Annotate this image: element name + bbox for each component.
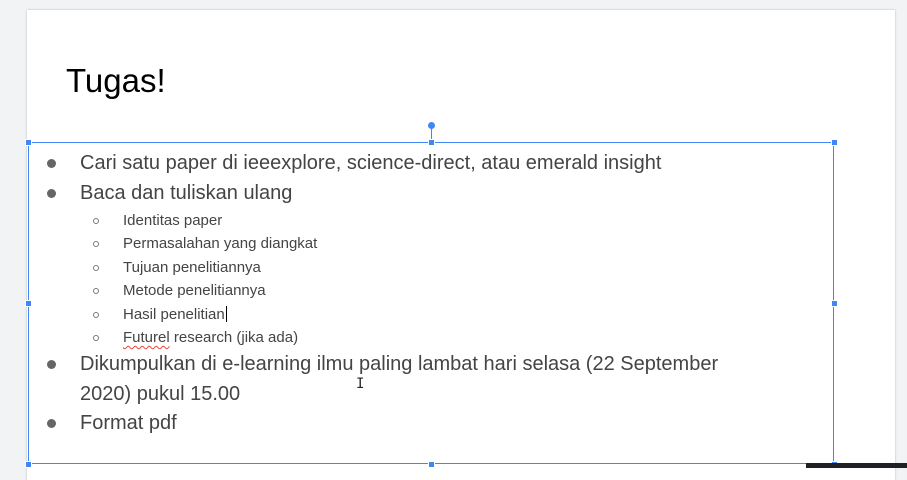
slide-title[interactable]: Tugas!	[66, 62, 166, 100]
sub-bullet-text-3[interactable]: Tujuan penelitiannya	[123, 259, 261, 276]
bullet-dot	[47, 360, 56, 369]
resize-handle-bottom[interactable]	[428, 461, 435, 468]
resize-handle-top-left[interactable]	[25, 139, 32, 146]
bullet-text-1[interactable]: Cari satu paper di ieeexplore, science-d…	[80, 152, 661, 175]
bullet-dot	[47, 159, 56, 168]
sub-bullet-circle	[93, 218, 99, 224]
resize-handle-top-right[interactable]	[831, 139, 838, 146]
window-edge	[806, 463, 907, 468]
misspelled-word[interactable]: Futurel	[123, 329, 170, 346]
sub-bullet-text-5-content: Hasil penelitian	[123, 306, 225, 323]
i-beam-cursor-icon: I	[356, 376, 365, 392]
bullet-dot	[47, 419, 56, 428]
sub-bullet-circle	[93, 335, 99, 341]
bullet-dot	[47, 189, 56, 198]
sub-bullet-text-2[interactable]: Permasalahan yang diangkat	[123, 235, 317, 252]
text-caret	[225, 306, 227, 322]
sub-bullet-text-4[interactable]: Metode penelitiannya	[123, 282, 266, 299]
resize-handle-top[interactable]	[428, 139, 435, 146]
sub-bullet-text-6[interactable]: Futurel research (jika ada)	[123, 329, 298, 346]
sub-bullet-circle	[93, 265, 99, 271]
sub-bullet-circle	[93, 288, 99, 294]
resize-handle-left[interactable]	[25, 300, 32, 307]
sub-bullet-circle	[93, 241, 99, 247]
editor-canvas[interactable]: Tugas! Cari satu paper di ieeexplore, sc…	[0, 0, 907, 480]
sub-bullet-circle	[93, 312, 99, 318]
sub-bullet-text-6-rest: research (jika ada)	[169, 329, 299, 346]
rotate-handle[interactable]	[428, 122, 435, 129]
bullet-text-2[interactable]: Baca dan tuliskan ulang	[80, 182, 292, 205]
sub-bullet-text-5[interactable]: Hasil penelitian	[123, 306, 227, 323]
resize-handle-right[interactable]	[831, 300, 838, 307]
bullet-text-3-line-2[interactable]: 2020) pukul 15.00	[80, 383, 240, 406]
bullet-text-4[interactable]: Format pdf	[80, 412, 177, 435]
resize-handle-bottom-left[interactable]	[25, 461, 32, 468]
bullet-text-3-line-1[interactable]: Dikumpulkan di e-learning ilmu paling la…	[80, 353, 718, 376]
sub-bullet-text-1[interactable]: Identitas paper	[123, 212, 222, 229]
